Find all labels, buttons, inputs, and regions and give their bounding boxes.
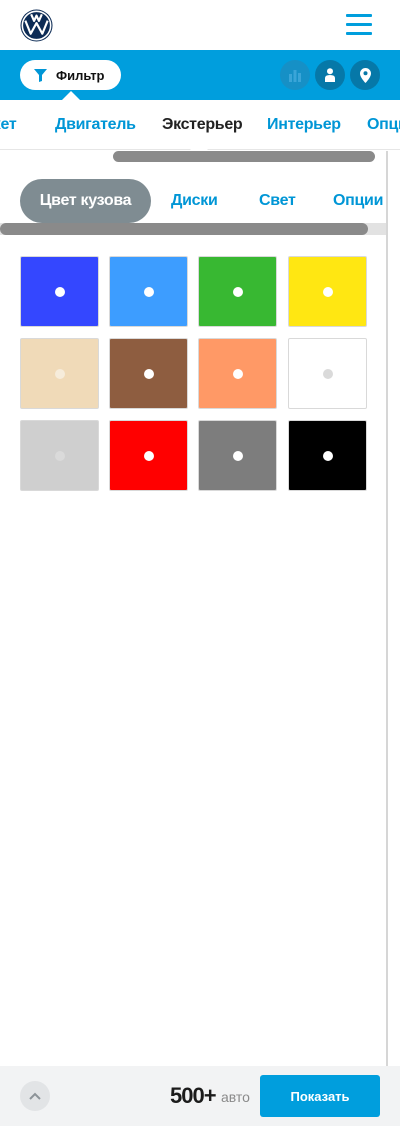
category-scrollbar[interactable] [113, 151, 375, 162]
dot-marker [232, 286, 243, 297]
result-count: 500+ [170, 1083, 217, 1108]
header [0, 0, 400, 50]
subtab-lights[interactable]: Свет [259, 179, 296, 223]
page: Фильтр Пакет Двигатель Экстерьер Интерье… [0, 0, 400, 1126]
location-pin-icon [359, 67, 371, 83]
dot-marker [143, 368, 154, 379]
tab-exterior[interactable]: Экстерьер [162, 116, 243, 134]
chart-icon [289, 69, 301, 82]
compare-button[interactable] [280, 60, 310, 90]
subtab-options[interactable]: Опции [333, 179, 383, 223]
vw-logo[interactable] [20, 9, 53, 42]
color-swatch[interactable] [198, 338, 277, 409]
dot-marker [322, 286, 333, 297]
dot-marker [322, 368, 333, 379]
color-swatch[interactable] [20, 420, 99, 491]
footer: 500+ авто Показать [0, 1066, 400, 1126]
filter-button[interactable]: Фильтр [20, 60, 121, 90]
color-swatch[interactable] [288, 338, 367, 409]
hamburger-icon [346, 14, 372, 17]
dot-marker [232, 368, 243, 379]
result-count-unit: авто [221, 1089, 250, 1105]
color-swatch[interactable] [109, 338, 188, 409]
color-swatch[interactable] [288, 420, 367, 491]
location-button[interactable] [350, 60, 380, 90]
dot-marker [232, 450, 243, 461]
show-results-button[interactable]: Показать [260, 1075, 380, 1117]
color-swatch[interactable] [20, 338, 99, 409]
color-swatch[interactable] [198, 420, 277, 491]
filter-button-label: Фильтр [56, 67, 105, 83]
menu-button[interactable] [346, 13, 372, 37]
subtab-body-color[interactable]: Цвет кузова [20, 179, 151, 223]
color-swatch[interactable] [109, 420, 188, 491]
subtab-scrollbar[interactable] [0, 223, 368, 235]
category-caret [190, 141, 208, 150]
tab-interior[interactable]: Интерьер [267, 116, 341, 134]
chevron-up-icon [29, 1092, 41, 1100]
tab-package[interactable]: Пакет [0, 116, 17, 134]
color-swatch[interactable] [288, 256, 367, 327]
tab-options[interactable]: Опции [367, 116, 400, 134]
dot-marker [322, 450, 333, 461]
color-swatch[interactable] [109, 256, 188, 327]
subtab-wheels[interactable]: Диски [171, 179, 218, 223]
filter-caret [62, 91, 80, 100]
scroll-top-button[interactable] [20, 1081, 50, 1111]
person-icon [325, 68, 335, 82]
account-button[interactable] [315, 60, 345, 90]
dot-marker [143, 286, 154, 297]
dot-marker [54, 368, 65, 379]
dot-marker [54, 286, 65, 297]
sub-tabs: Цвет кузова Диски Свет Опции [0, 179, 386, 223]
color-swatch[interactable] [20, 256, 99, 327]
dot-marker [54, 450, 65, 461]
funnel-icon [34, 68, 47, 82]
tab-engine[interactable]: Двигатель [55, 116, 136, 134]
dot-marker [143, 450, 154, 461]
exterior-panel: Цвет кузова Диски Свет Опции [0, 151, 388, 1066]
color-swatch[interactable] [198, 256, 277, 327]
